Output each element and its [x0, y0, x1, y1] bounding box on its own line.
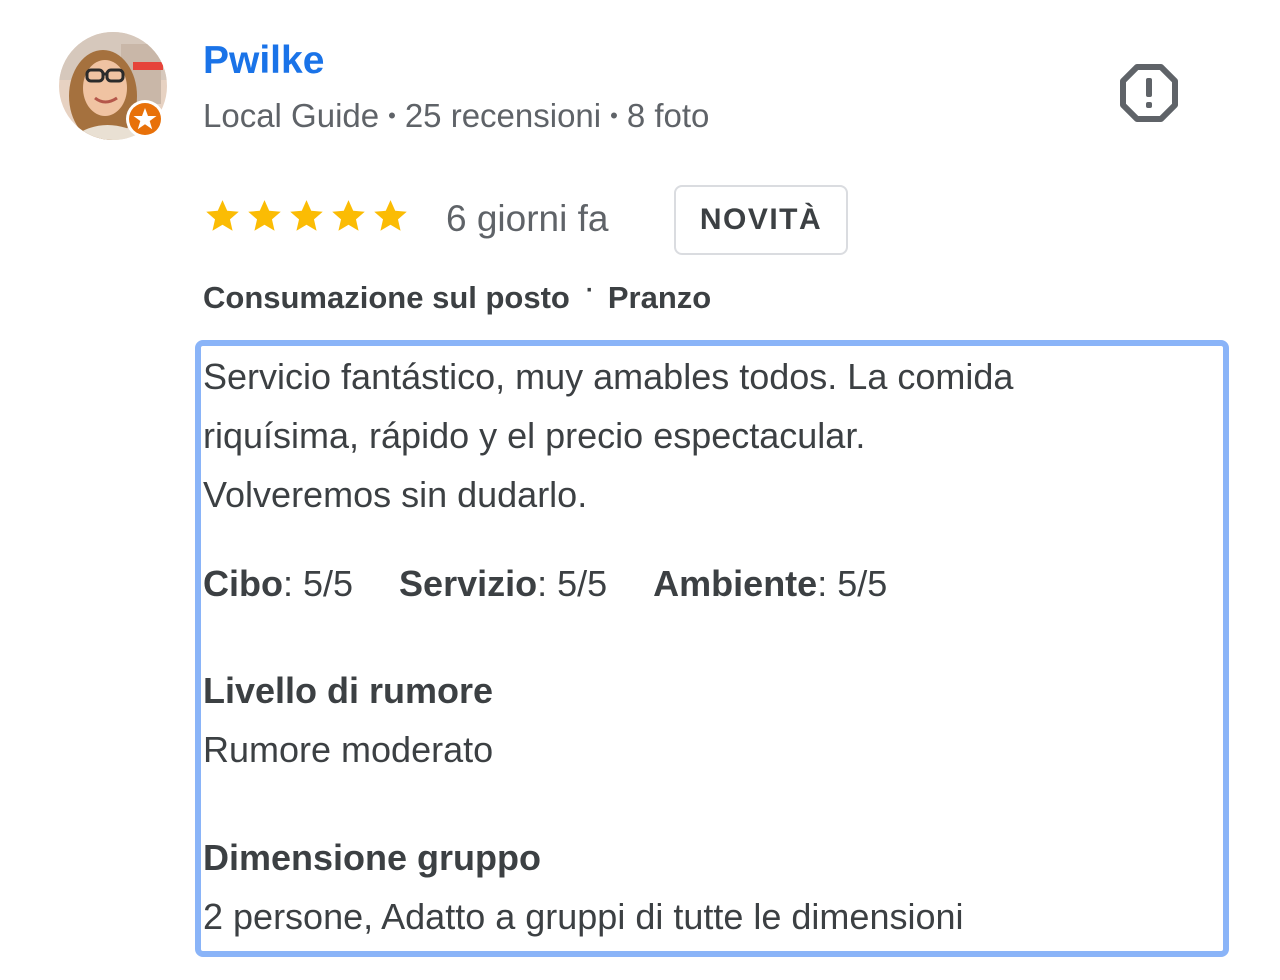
review-text: Servicio fantástico, muy amables todos. …	[203, 347, 1213, 524]
star-icon	[290, 200, 323, 231]
attribute-title: Livello di rumore	[203, 670, 494, 711]
sub-rating-service: Servizio: 5/5	[399, 563, 608, 604]
reviewer-meta: Local Guide • 25 recensioni • 8 foto	[203, 96, 709, 136]
meta-separator: •	[388, 103, 396, 128]
report-exclamation-icon[interactable]	[1118, 62, 1180, 124]
review-text-line: riquísima, rápido y el precio espectacul…	[203, 415, 866, 456]
sub-ratings: Cibo: 5/5 Servizio: 5/5 Ambiente: 5/5	[203, 557, 933, 611]
reviewer-name[interactable]: Pwilke	[203, 38, 324, 84]
attribute-value: Rumore moderato	[203, 729, 494, 770]
tag-lunch: Pranzo	[607, 280, 712, 315]
noise-level-attribute: Livello di rumore Rumore moderato	[203, 661, 493, 779]
tag-dine-in: Consumazione sul posto	[203, 280, 570, 315]
sub-rating-atmosphere: Ambiente: 5/5	[653, 563, 888, 604]
star-icon	[332, 200, 365, 231]
star-icon	[248, 200, 281, 231]
star-rating	[203, 196, 410, 235]
tag-separator: ·	[585, 277, 594, 304]
attribute-value: 2 persone, Adatto a gruppi di tutte le d…	[203, 896, 964, 937]
star-icon	[374, 200, 407, 231]
new-badge: NOVITÀ	[674, 185, 848, 255]
avatar[interactable]	[59, 32, 167, 140]
review-time: 6 giorni fa	[446, 198, 609, 239]
group-size-attribute: Dimensione gruppo 2 persone, Adatto a gr…	[203, 828, 964, 946]
sub-rating-food: Cibo: 5/5	[203, 563, 354, 604]
review-text-line: Servicio fantástico, muy amables todos. …	[203, 356, 1014, 397]
local-guide-star-badge-icon	[125, 99, 165, 139]
attribute-title: Dimensione gruppo	[203, 837, 542, 878]
meta-separator: •	[610, 103, 618, 128]
photos-count: 8 foto	[626, 97, 710, 134]
reviews-count: 25 recensioni	[404, 97, 602, 134]
review-text-line: Volveremos sin dudarlo.	[203, 474, 588, 515]
star-icon	[206, 200, 239, 231]
local-guide-label: Local Guide	[203, 97, 380, 134]
review-tags: Consumazione sul posto · Pranzo	[203, 270, 711, 319]
